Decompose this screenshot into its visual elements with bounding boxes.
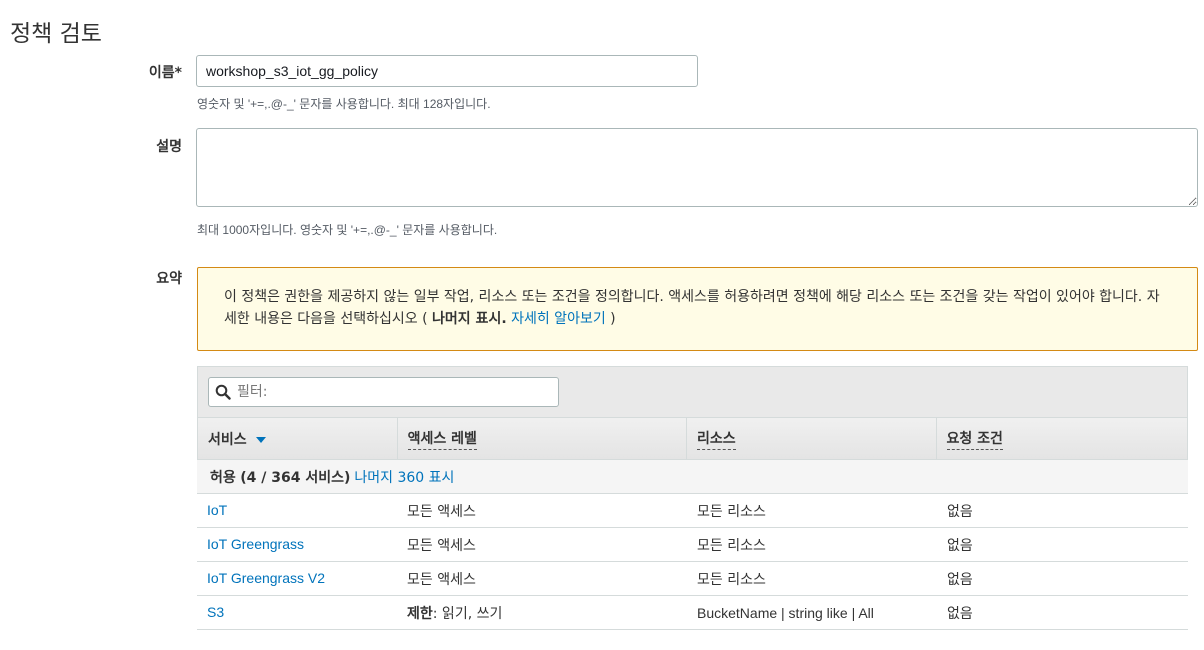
table-row: S3 제한: 읽기, 쓰기 BucketName | string like |…	[197, 596, 1188, 630]
group-prefix: 허용	[210, 469, 236, 486]
show-more-text: 나머지 표시.	[432, 311, 507, 327]
warning-close-paren: )	[610, 311, 616, 327]
column-header-request-condition[interactable]: 요청 조건	[937, 418, 1187, 459]
sort-desc-icon	[255, 437, 266, 443]
filter-input[interactable]	[235, 383, 535, 401]
filter-box[interactable]	[208, 377, 559, 407]
table-row: IoT Greengrass 모든 액세스 모든 리소스 없음	[197, 528, 1188, 562]
resource-cell: 모든 리소스	[697, 503, 766, 520]
resource-cell: BucketName | string like | All	[697, 604, 874, 621]
filter-bar	[197, 366, 1188, 417]
resource-cell: 모든 리소스	[697, 537, 766, 554]
table-row: IoT 모든 액세스 모든 리소스 없음	[197, 494, 1188, 528]
condition-cell: 없음	[947, 605, 973, 622]
warning-text: 이 정책은 권한을 제공하지 않는 일부 작업, 리소스 또는 조건을 정의합니…	[224, 289, 1160, 327]
table-row: IoT Greengrass V2 모든 액세스 모든 리소스 없음	[197, 562, 1188, 596]
resource-cell: 모든 리소스	[697, 571, 766, 588]
access-level-cell: 모든 액세스	[407, 503, 476, 520]
service-link-iot[interactable]: IoT	[207, 502, 227, 518]
column-header-resource[interactable]: 리소스	[687, 418, 937, 459]
table-header: 서비스 액세스 레벨 리소스 요청 조건	[197, 417, 1188, 460]
condition-cell: 없음	[947, 503, 973, 520]
description-hint: 최대 1000자입니다. 영숫자 및 '+=,.@-_' 문자를 사용합니다.	[197, 223, 498, 237]
condition-cell: 없음	[947, 537, 973, 554]
access-level-cell: 모든 액세스	[407, 537, 476, 554]
summary-label: 요약	[156, 271, 182, 287]
group-row-allow: 허용 (4 / 364 서비스) 나머지 360 표시	[197, 460, 1188, 494]
learn-more-link[interactable]: 자세히 알아보기	[511, 311, 606, 327]
column-header-service[interactable]: 서비스	[198, 418, 398, 459]
warning-alert: 이 정책은 권한을 제공하지 않는 일부 작업, 리소스 또는 조건을 정의합니…	[197, 267, 1198, 351]
search-icon	[215, 384, 231, 400]
show-remaining-link[interactable]: 나머지 360 표시	[354, 467, 454, 487]
description-label: 설명	[156, 139, 182, 155]
service-link-s3[interactable]: S3	[207, 604, 224, 620]
service-link-iot-greengrass-v2[interactable]: IoT Greengrass V2	[207, 570, 325, 586]
access-level-cell: 제한: 읽기, 쓰기	[407, 605, 503, 622]
policy-name-input[interactable]	[196, 55, 698, 87]
name-label: 이름*	[148, 65, 182, 81]
name-hint: 영숫자 및 '+=,.@-_' 문자를 사용합니다. 최대 128자입니다.	[197, 97, 491, 111]
service-link-iot-greengrass[interactable]: IoT Greengrass	[207, 536, 304, 552]
condition-cell: 없음	[947, 571, 973, 588]
summary-table: 서비스 액세스 레벨 리소스 요청 조건 허용 (4 / 364 서비스) 나머…	[197, 366, 1188, 630]
column-header-access-level[interactable]: 액세스 레벨	[398, 418, 687, 459]
access-level-cell: 모든 액세스	[407, 571, 476, 588]
description-textarea[interactable]	[196, 128, 1198, 207]
page-title: 정책 검토	[10, 21, 102, 47]
group-count: (4 / 364 서비스)	[240, 469, 351, 486]
